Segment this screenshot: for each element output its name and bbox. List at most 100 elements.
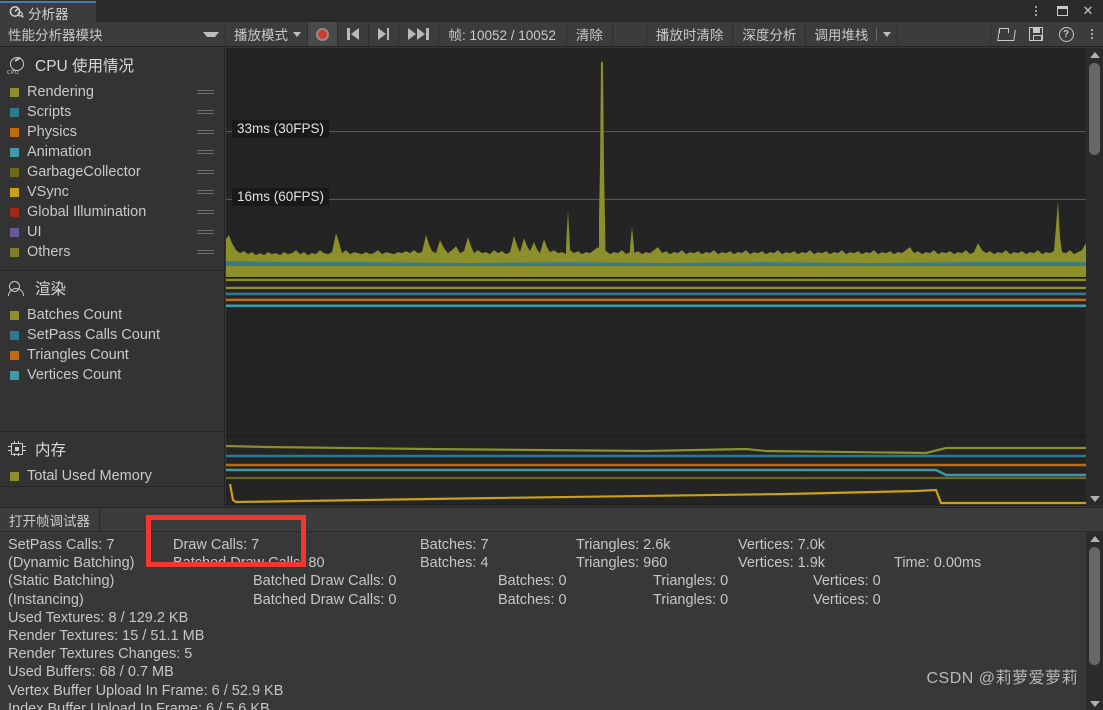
profiler-icon [8,5,24,20]
module-item-scripts[interactable]: Scripts [0,102,224,122]
color-swatch [10,207,19,217]
load-profile-button[interactable] [991,22,1021,46]
module-item-setpass-calls-count[interactable]: SetPass Calls Count [0,325,224,345]
module-item-animation[interactable]: Animation [0,142,224,162]
module-item-rendering[interactable]: Rendering [0,82,224,102]
title-bar: 分析器 ✕ [0,0,1103,22]
playmode-dropdown[interactable]: 播放模式 [226,22,308,46]
toolbar-gap [613,22,647,46]
stats-row: (Static Batching) Batched Draw Calls: 0 … [8,572,1103,590]
drag-handle-icon[interactable] [197,169,214,175]
module-group-header-cpu[interactable]: CPU 使用情况 [0,48,224,82]
color-swatch [10,471,19,481]
drag-handle-icon[interactable] [197,109,214,115]
module-item-total-used-memory[interactable]: Total Used Memory [0,466,224,486]
close-icon[interactable]: ✕ [1075,0,1101,22]
charts-scrollbar[interactable] [1086,48,1103,506]
help-button[interactable]: ? [1051,22,1081,46]
cpu-usage-chart[interactable]: 33ms (30FPS) 16ms (60FPS) [226,48,1086,278]
drag-handle-icon[interactable] [197,249,214,255]
module-item-label: SetPass Calls Count [27,327,160,343]
drag-handle-icon[interactable] [197,129,214,135]
profiler-modules-dropdown[interactable]: 性能分析器模块 [0,22,226,46]
stat-time: Time: 0.00ms [894,555,982,572]
call-stacks-dropdown[interactable]: 调用堆栈 [806,22,899,46]
stat-used-buffers: Used Buffers: 68 / 0.7 MB [8,664,174,681]
stat-vertex-buffer-upload: Vertex Buffer Upload In Frame: 6 / 52.9 … [8,682,284,699]
color-swatch [10,127,19,137]
tab-profiler[interactable]: 分析器 [0,1,96,22]
color-swatch [10,87,19,97]
scroll-down-arrow-icon[interactable] [1086,697,1103,710]
stat-vertices: Vertices: 7.0k [738,537,826,553]
module-item-label: VSync [27,184,69,200]
module-item-physics[interactable]: Physics [0,122,224,142]
maximize-icon[interactable] [1049,0,1075,22]
module-item-label: Rendering [27,84,94,100]
module-item-others[interactable]: Others [0,242,224,262]
drag-handle-icon[interactable] [197,229,214,235]
prev-frame-icon [347,28,359,40]
stats-row: SetPass Calls: 7 Draw Calls: 7 Batches: … [8,536,1103,554]
stats-scrollbar[interactable] [1086,532,1103,710]
module-item-triangles-count[interactable]: Triangles Count [0,345,224,365]
memory-chart[interactable] [226,436,1086,506]
cpu-spike-main [599,61,606,277]
memory-icon [8,440,28,458]
modules-sidebar[interactable]: CPU 使用情况 Rendering Scripts Physics Anima… [0,48,225,506]
stat-triangles: Triangles: 2.6k [576,537,671,553]
stats-row: Index Buffer Upload In Frame: 6 / 5.6 KB [8,700,1103,710]
module-item-vertices-count[interactable]: Vertices Count [0,365,224,385]
series-line-memory-6 [228,483,1086,505]
module-item-global-illumination[interactable]: Global Illumination [0,202,224,222]
drag-handle-icon[interactable] [197,89,214,95]
color-swatch [10,330,19,340]
module-group-memory: 内存 Total Used Memory [0,432,224,487]
module-item-batches-count[interactable]: Batches Count [0,305,224,325]
record-button[interactable] [308,22,338,46]
tab-label: 分析器 [28,6,69,22]
scrollbar-thumb[interactable] [1089,63,1100,155]
rendering-chart[interactable] [226,278,1086,436]
stat-batches: Batches: 7 [420,537,489,553]
scroll-up-arrow-icon[interactable] [1086,532,1103,546]
window-controls: ✕ [1023,0,1103,22]
clear-on-play-button[interactable]: 播放时清除 [647,22,734,46]
stat-batches: Batches: 4 [420,555,489,572]
drag-handle-icon[interactable] [197,149,214,155]
bottom-panel: 打开帧调试器 SetPass Calls: 7 Draw Calls: 7 Ba… [0,507,1103,710]
save-profile-button[interactable] [1021,22,1051,46]
stat-render-textures-changes: Render Textures Changes: 5 [8,646,193,663]
help-icon: ? [1058,26,1074,42]
stat-render-textures: Render Textures: 15 / 51.1 MB [8,627,205,644]
module-item-garbagecollector[interactable]: GarbageCollector [0,162,224,182]
prev-frame-button[interactable] [338,22,369,46]
open-frame-debugger-button[interactable]: 打开帧调试器 [0,508,100,531]
toolbar-spacer [898,22,991,46]
drag-handle-icon[interactable] [197,209,214,215]
module-item-ui[interactable]: UI [0,222,224,242]
rendering-icon [8,280,28,297]
scrollbar-thumb[interactable] [1089,547,1100,665]
drag-handle-icon[interactable] [197,189,214,195]
next-frame-button[interactable] [369,22,399,46]
playmode-label: 播放模式 [234,28,288,43]
scroll-down-arrow-icon[interactable] [1086,492,1103,506]
module-group-title: CPU 使用情况 [35,58,135,75]
kebab-menu-icon[interactable] [1023,0,1049,22]
module-item-label: Animation [27,144,92,160]
toolbar-overflow-button[interactable] [1081,22,1103,46]
color-swatch [10,227,19,237]
module-item-label: Total Used Memory [27,468,152,484]
module-group-header-memory[interactable]: 内存 [0,432,224,466]
color-swatch [10,350,19,360]
module-item-label: Global Illumination [27,204,147,220]
last-frame-button[interactable] [399,22,439,46]
module-group-header-rendering[interactable]: 渲染 [0,271,224,305]
scroll-up-arrow-icon[interactable] [1086,48,1103,62]
folder-open-icon [998,27,1015,41]
deep-profile-button[interactable]: 深度分析 [733,22,807,46]
record-icon [316,27,329,41]
module-item-vsync[interactable]: VSync [0,182,224,202]
clear-button[interactable]: 清除 [567,22,613,46]
